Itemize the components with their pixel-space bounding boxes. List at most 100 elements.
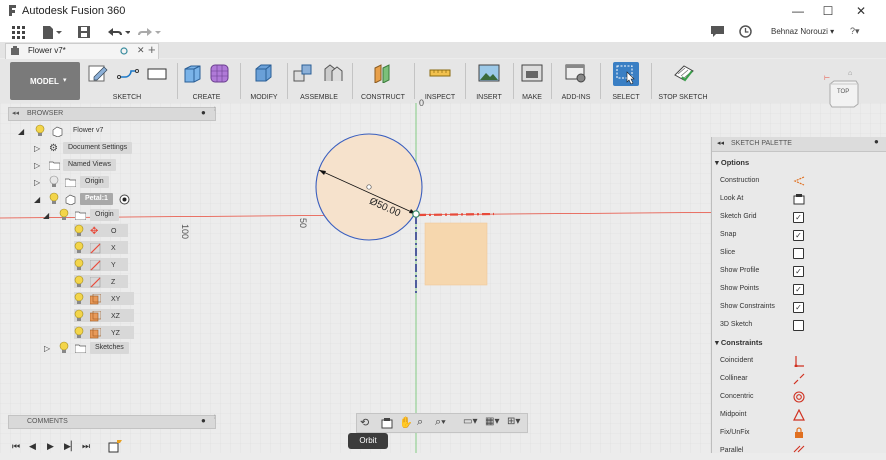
- option-3d-sketch[interactable]: 3D Sketch: [720, 316, 752, 334]
- file-menu-icon[interactable]: [42, 26, 62, 39]
- visibility-bulb-icon[interactable]: [59, 341, 69, 359]
- expand-triangle-icon[interactable]: ▷: [34, 176, 40, 189]
- activate-radio-icon[interactable]: [119, 194, 130, 210]
- tree-row-sketches[interactable]: ▷ Sketches: [8, 341, 214, 355]
- option-snap[interactable]: Snap: [720, 226, 736, 244]
- option-show-points[interactable]: Show Points: [720, 280, 759, 298]
- viewports-icon[interactable]: ⊞▾: [507, 416, 520, 427]
- data-panel-grid-icon[interactable]: [12, 26, 25, 39]
- modify-group[interactable]: MODIFY: [242, 60, 286, 102]
- constraints-section-header[interactable]: ▾ Constraints: [715, 334, 763, 352]
- expand-triangle-icon[interactable]: ▷: [34, 159, 40, 172]
- expand-triangle-icon[interactable]: ▷: [34, 142, 40, 155]
- create-sketch-icon[interactable]: [88, 63, 108, 83]
- make-group[interactable]: MAKE: [515, 60, 549, 102]
- insert-image-icon[interactable]: [478, 63, 500, 83]
- home-view-icon[interactable]: ⌂: [848, 70, 852, 77]
- option-show-constraints[interactable]: Show Constraints: [720, 298, 775, 316]
- save-icon[interactable]: [78, 26, 91, 39]
- collapse-triangle-icon[interactable]: ◢: [18, 125, 24, 138]
- circle-center-point[interactable]: [366, 184, 372, 190]
- coincident-icon[interactable]: [793, 355, 805, 369]
- option-slice[interactable]: Slice: [720, 244, 735, 262]
- document-tab[interactable]: Flower v7* ✕: [5, 43, 159, 59]
- step-back-icon[interactable]: ◀: [29, 441, 36, 452]
- extrude-icon[interactable]: [182, 63, 202, 83]
- tree-row-origin-point[interactable]: ✥ O: [8, 224, 214, 238]
- redo-icon[interactable]: [138, 26, 162, 39]
- constraint-parallel[interactable]: Parallel: [720, 442, 743, 460]
- concentric-icon[interactable]: [793, 391, 805, 405]
- tree-row-document-settings[interactable]: ▷ ⚙ Document Settings: [8, 142, 214, 155]
- tree-row-z-axis[interactable]: Z: [8, 275, 214, 289]
- browser-resize-handle[interactable]: ⁞: [214, 107, 218, 121]
- fit-view-icon[interactable]: ⌕▾: [435, 416, 446, 429]
- comments-header[interactable]: COMMENTS ●: [8, 415, 216, 429]
- tree-row-xy-plane[interactable]: XY: [8, 292, 214, 306]
- midpoint-icon[interactable]: [793, 408, 805, 423]
- construction-icon[interactable]: [793, 175, 805, 189]
- visibility-bulb-icon[interactable]: [35, 124, 45, 142]
- options-section-header[interactable]: ▾ Options: [715, 154, 749, 172]
- help-menu[interactable]: ?▾: [850, 26, 860, 37]
- step-forward-icon[interactable]: ▶▏: [64, 441, 78, 452]
- comments-pin-icon[interactable]: ●: [201, 416, 206, 425]
- parallel-icon[interactable]: [793, 445, 805, 455]
- create-group[interactable]: CREATE: [178, 60, 235, 102]
- tree-row-root[interactable]: ◢ Flower v7: [8, 124, 214, 138]
- 3d-sketch-checkbox[interactable]: [793, 320, 804, 331]
- show-profile-checkbox[interactable]: ✓: [793, 266, 804, 277]
- select-group[interactable]: SELECT: [602, 60, 650, 102]
- collapse-browser-icon[interactable]: ◂◂: [12, 109, 19, 117]
- bulb-icon[interactable]: [74, 275, 84, 293]
- undo-icon[interactable]: [106, 26, 131, 39]
- display-settings-icon[interactable]: ▭▾: [463, 416, 477, 427]
- option-show-profile[interactable]: Show Profile: [720, 262, 759, 280]
- notifications-icon[interactable]: [711, 26, 724, 38]
- origin-point[interactable]: [412, 210, 420, 218]
- stop-sketch-group[interactable]: STOP SKETCH: [653, 60, 713, 102]
- add-ins-group[interactable]: ADD-INS: [553, 60, 599, 102]
- rectangle-icon[interactable]: [146, 63, 167, 83]
- orbit-icon[interactable]: ⟲: [360, 416, 369, 429]
- bulb-icon[interactable]: [74, 241, 84, 259]
- insert-group[interactable]: INSERT: [467, 60, 511, 102]
- browser-pin-icon[interactable]: ●: [201, 108, 206, 117]
- new-tab-icon[interactable]: +: [148, 42, 156, 57]
- snap-checkbox[interactable]: ✓: [793, 230, 804, 241]
- slice-checkbox[interactable]: [793, 248, 804, 259]
- grid-settings-icon[interactable]: ▦▾: [485, 416, 499, 427]
- tree-row-named-views[interactable]: ▷ Named Views: [8, 159, 214, 172]
- lock-icon[interactable]: [793, 427, 805, 441]
- palette-pin-icon[interactable]: ●: [874, 137, 879, 146]
- go-to-end-icon[interactable]: ⏭: [82, 441, 90, 452]
- 3d-print-icon[interactable]: [521, 63, 543, 83]
- collinear-icon[interactable]: [793, 373, 805, 387]
- viewcube[interactable]: TOP: [826, 78, 862, 108]
- construct-group[interactable]: CONSTRUCT: [354, 60, 412, 102]
- inspect-group[interactable]: INSPECT: [416, 60, 464, 102]
- bulb-icon[interactable]: [74, 258, 84, 276]
- visibility-bulb-icon[interactable]: [49, 192, 59, 210]
- collapse-palette-icon[interactable]: ◂◂: [717, 139, 724, 147]
- line-icon[interactable]: [117, 63, 139, 83]
- assemble-group[interactable]: ASSEMBLE: [289, 60, 349, 102]
- constraint-fix-unfix[interactable]: Fix/UnFix: [720, 424, 750, 442]
- job-status-clock-icon[interactable]: [739, 25, 752, 38]
- constraint-concentric[interactable]: Concentric: [720, 388, 753, 406]
- pan-hand-icon[interactable]: ✋: [399, 416, 413, 429]
- look-at-icon[interactable]: [793, 193, 805, 207]
- measure-icon[interactable]: [429, 63, 451, 83]
- press-pull-icon[interactable]: [252, 63, 272, 83]
- go-to-start-icon[interactable]: ⏮: [12, 441, 20, 452]
- option-look-at[interactable]: Look At: [720, 190, 743, 208]
- user-account-menu[interactable]: Behnaz Norouzi ▾: [771, 27, 834, 36]
- collapse-triangle-icon[interactable]: ◢: [43, 209, 49, 222]
- sketch-group[interactable]: SKETCH: [82, 60, 172, 102]
- tree-row-origin-nested[interactable]: ◢ Origin: [8, 208, 214, 222]
- minimize-button[interactable]: —: [782, 0, 814, 22]
- bulb-icon[interactable]: [74, 309, 84, 327]
- tree-row-petal[interactable]: ◢ Petal:1: [8, 192, 214, 206]
- show-constraints-checkbox[interactable]: ✓: [793, 302, 804, 313]
- form-icon[interactable]: [209, 63, 229, 83]
